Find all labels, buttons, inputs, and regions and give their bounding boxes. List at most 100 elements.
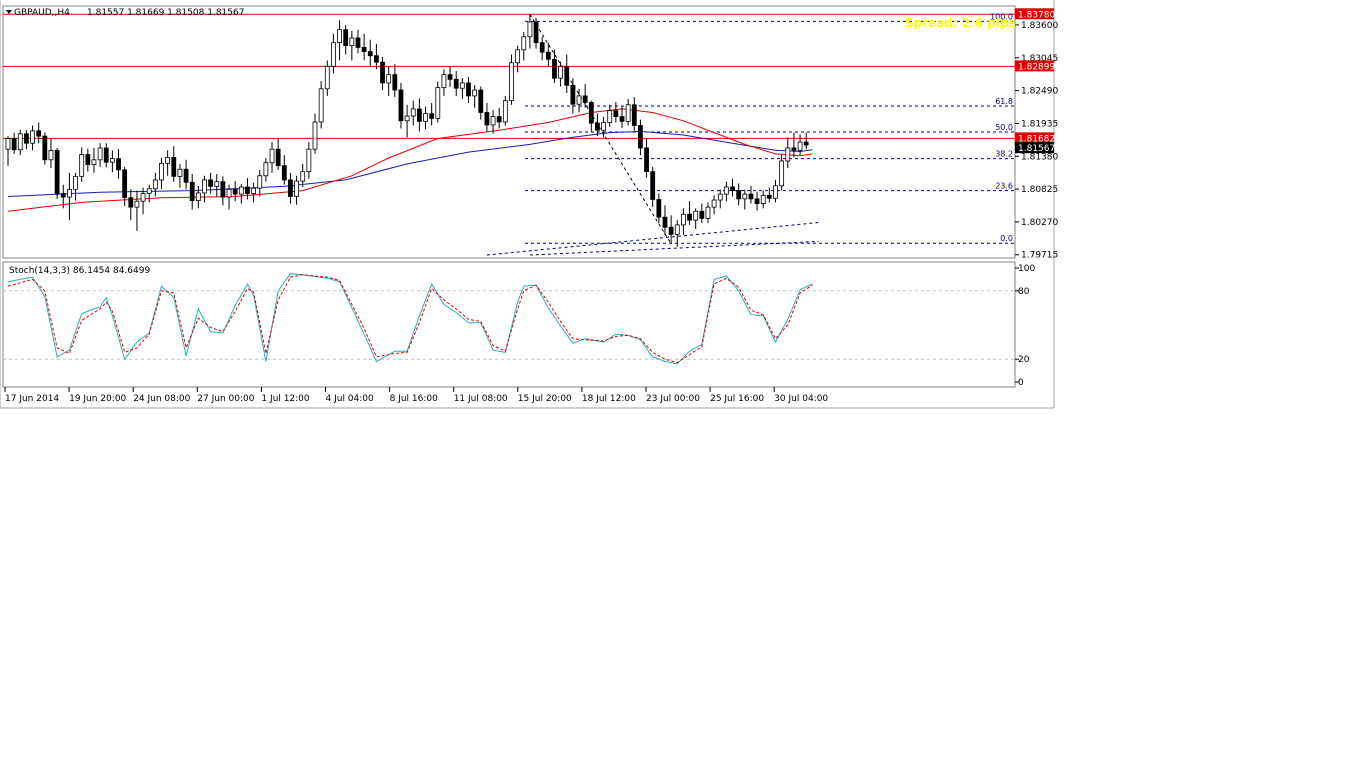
time-tick-label: 24 Jun 08:00 (133, 394, 190, 404)
candle-body (484, 112, 490, 126)
candle-body (459, 82, 465, 89)
candle-body (601, 122, 606, 131)
stoch-tick-label: 80 (1018, 287, 1030, 297)
time-tick-label: 23 Jul 00:00 (646, 394, 700, 404)
candle-body (631, 104, 637, 126)
candle-body (742, 193, 748, 200)
candle-body (588, 102, 594, 124)
candle-body (447, 74, 453, 80)
candle-body (42, 135, 48, 161)
candle-body (539, 42, 545, 53)
chart-window[interactable]: 100.0 61.8 50.0 38.2 23.6 0.0 1.83600 1.83045 1… (0, 0, 1358, 776)
candle-body (552, 58, 557, 79)
candle-body (773, 185, 778, 199)
candle-body (116, 158, 121, 171)
candle-body (343, 29, 349, 47)
time-tick-label: 19 Jun 20:00 (69, 394, 126, 404)
candle-body (791, 147, 797, 151)
candle-body (263, 162, 269, 177)
candle-body (656, 199, 662, 218)
candle-body (300, 171, 306, 182)
fib-level-label: 61.8 (995, 97, 1013, 106)
candle-body (564, 65, 570, 86)
candle-body (779, 160, 785, 187)
stoch-panel-frame (2, 261, 1016, 388)
candle-body (711, 199, 717, 208)
candle-body (662, 216, 668, 228)
time-tick-label: 11 Jul 08:00 (454, 394, 508, 404)
candle-body (281, 165, 287, 181)
candle-body (509, 62, 514, 102)
time-tick-label: 8 Jul 16:00 (390, 394, 439, 404)
candle-body (367, 51, 373, 57)
candle-body (171, 157, 177, 177)
spread-label: Spread: 2.6 pips (905, 16, 1016, 30)
candle-body (306, 148, 312, 173)
candle-body (337, 29, 342, 44)
time-tick-label: 4 Jul 04:00 (326, 394, 375, 404)
symbol-info: GBPAUD,,H4 (14, 8, 70, 18)
candle-body (466, 82, 471, 97)
stoch-tick-label: 20 (1018, 355, 1030, 365)
candle-body (766, 194, 772, 199)
candle-body (324, 65, 330, 90)
candle-body (502, 100, 508, 123)
price-tick-label: 1.79715 (1021, 251, 1058, 261)
candle-body (607, 110, 613, 123)
candle-body (251, 187, 257, 194)
stoch-title: Stoch(14,3,3) 86.1454 84.6499 (9, 266, 150, 276)
time-tick-label: 30 Jul 04:00 (774, 394, 828, 404)
candle-body (128, 197, 134, 208)
candle-body (288, 179, 293, 197)
candle-body (103, 147, 109, 163)
candle-body (17, 133, 23, 151)
candle-body (208, 179, 214, 187)
candle-body (736, 190, 742, 200)
candle-body (349, 37, 355, 47)
candle-body (48, 149, 54, 161)
candle-body (576, 95, 582, 105)
price-tick-label: 1.81935 (1021, 119, 1058, 129)
candle-body (699, 210, 705, 219)
candle-body (545, 51, 551, 60)
candle-body (668, 226, 674, 235)
candle-body (515, 49, 521, 64)
candle-body (60, 193, 66, 198)
candle-body (134, 200, 140, 208)
candle-body (496, 116, 502, 123)
candle-body (36, 130, 42, 137)
candle-body (687, 213, 692, 221)
candle-body (797, 141, 803, 151)
candle-body (85, 154, 91, 165)
candle-body (386, 74, 392, 84)
candle-body (54, 149, 60, 194)
candle-body (220, 181, 226, 198)
candle-body (416, 108, 422, 122)
fib-level-label: 23.6 (995, 182, 1013, 191)
candle-body (152, 179, 158, 190)
candle-body (392, 74, 398, 91)
candle-body (558, 65, 563, 79)
candle-body (582, 95, 588, 103)
candle-body (109, 158, 115, 163)
candle-body (429, 113, 435, 119)
candle-body (24, 133, 29, 144)
chart-svg[interactable]: 100.061.850.038.223.60.0 1.836001.830451… (0, 0, 1358, 776)
candle-body (441, 74, 447, 89)
candle-body (570, 84, 576, 105)
candle-body (355, 37, 361, 48)
time-tick-label: 18 Jul 12:00 (582, 394, 636, 404)
candle-body (373, 55, 379, 63)
candle-body (650, 171, 656, 200)
candle-body (595, 122, 600, 131)
stoch-tick-label: 0 (1018, 378, 1024, 388)
fib-level-label: 0.0 (1000, 234, 1013, 243)
candle-body (195, 192, 201, 202)
candle-body (625, 104, 631, 122)
candle-body (435, 87, 441, 119)
candle-body (644, 147, 649, 173)
candle-body (748, 193, 754, 200)
candle-body (11, 138, 17, 151)
candle-body (478, 89, 484, 113)
candle-body (189, 181, 195, 202)
